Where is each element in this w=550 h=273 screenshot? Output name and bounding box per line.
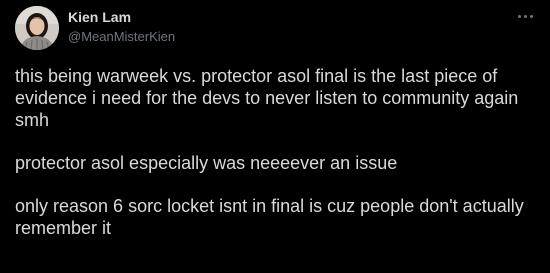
author-name[interactable]: Kien Lam xyxy=(68,9,131,26)
tweet-paragraph: protector asol especially was neeeever a… xyxy=(15,153,398,173)
avatar[interactable] xyxy=(15,6,59,50)
dot xyxy=(517,14,521,18)
author-handle[interactable]: @MeanMisterKien xyxy=(68,29,175,45)
tweet-paragraph: only reason 6 sorc locket isnt in final … xyxy=(15,196,524,238)
tweet-paragraph: this being warweek vs. protector asol fi… xyxy=(15,66,519,130)
dot xyxy=(523,14,527,18)
tweet-text: this being warweek vs. protector asol fi… xyxy=(15,65,535,260)
dot xyxy=(529,14,533,18)
more-options-icon[interactable] xyxy=(513,9,537,23)
profile-photo xyxy=(15,6,59,50)
tweet-card: Kien Lam @MeanMisterKien this being warw… xyxy=(0,0,550,273)
